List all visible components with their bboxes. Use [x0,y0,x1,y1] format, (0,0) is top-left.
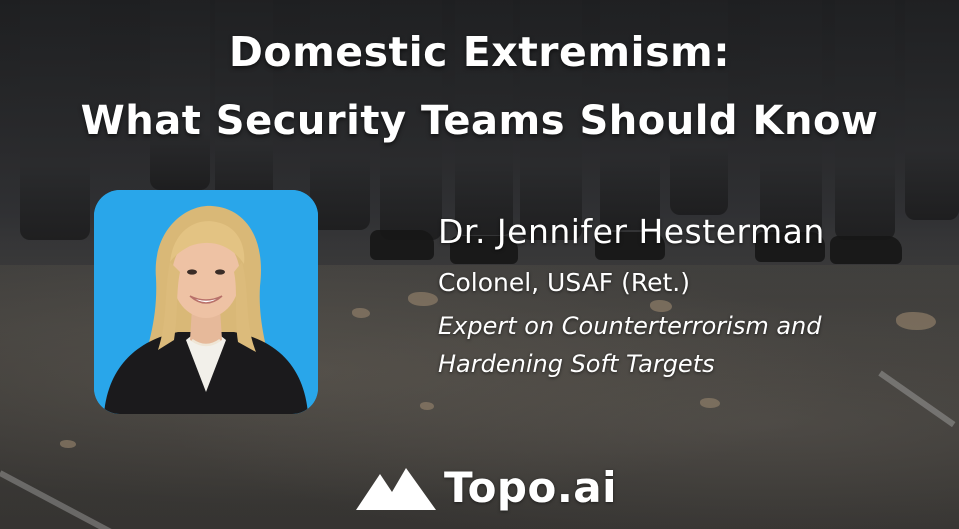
headline-line-1: Domestic Extremism: [228,28,731,76]
background-stone [896,312,936,330]
speaker-expertise-line-2: Hardening Soft Targets [438,350,715,378]
background-stone [408,292,438,306]
background-boot [370,230,434,260]
speaker-photo [94,190,318,414]
brand-logo: Topo.ai [356,458,617,516]
background-stone [352,308,370,318]
background-stone [420,402,434,410]
speaker-name: Dr. Jennifer Hesterman [438,212,825,251]
background-stone [650,300,672,312]
brand-name: Topo.ai [444,462,618,512]
speaker-rank: Colonel, USAF (Ret.) [438,268,691,297]
speaker-headshot-illustration [94,190,318,414]
promo-banner: Domestic Extremism: What Security Teams … [0,0,959,529]
topo-mountain-icon [356,468,436,510]
background-boot [830,236,902,264]
headline-line-2: What Security Teams Should Know [80,98,879,144]
speaker-expertise-line-1: Expert on Counterterrorism and [438,312,822,340]
background-stone [60,440,76,448]
background-stone [700,398,720,408]
